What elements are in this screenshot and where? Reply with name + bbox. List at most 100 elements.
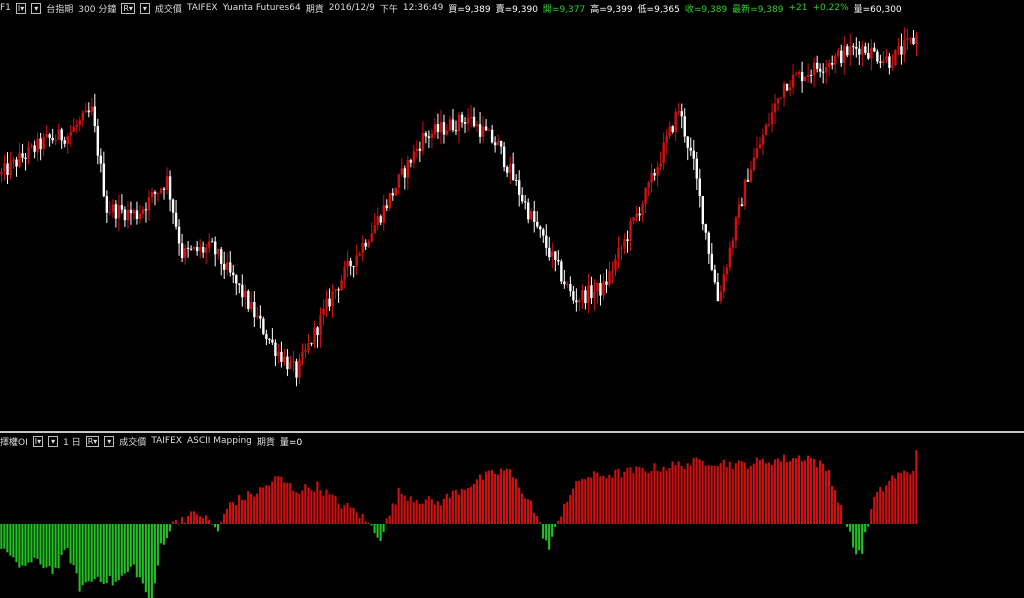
candle-body <box>229 262 232 273</box>
candle-body <box>511 163 515 180</box>
oi-histogram-chart[interactable] <box>0 450 1024 598</box>
candle-body <box>852 46 855 48</box>
menu-button[interactable]: I▾ <box>15 2 27 14</box>
dropdown-button[interactable]: ▾ <box>31 2 42 14</box>
candle <box>722 265 726 299</box>
candle-body <box>138 213 142 219</box>
candle <box>743 178 747 210</box>
candle-body <box>379 216 382 223</box>
candle-body <box>361 242 364 254</box>
candle-body <box>235 275 238 284</box>
histogram-bar <box>587 476 590 524</box>
candle-body <box>156 192 160 194</box>
candle <box>755 136 759 160</box>
candle-body <box>578 299 581 303</box>
histogram-bar <box>238 494 241 524</box>
candle-body <box>554 251 557 260</box>
r-button[interactable]: R ▾ <box>121 2 135 14</box>
candle <box>424 131 428 144</box>
candle-body <box>876 51 879 62</box>
histogram-bar <box>629 467 632 524</box>
candle-body <box>451 119 455 131</box>
candle <box>45 125 48 139</box>
candle <box>319 307 322 348</box>
candle <box>66 133 69 155</box>
histogram-bar <box>460 488 463 524</box>
candle-body <box>623 239 626 248</box>
histogram-bar <box>623 471 626 524</box>
candle <box>852 43 855 56</box>
candle-body <box>343 266 346 281</box>
candle-body <box>274 342 277 357</box>
sub-dropdown-button[interactable]: ▾ <box>48 435 59 447</box>
candle <box>794 71 798 76</box>
candle-body <box>198 247 202 252</box>
histogram-bar <box>545 524 548 541</box>
candle-body <box>210 241 214 243</box>
candle <box>527 198 530 224</box>
sub-interval-label[interactable]: 1 日 <box>63 435 81 448</box>
candle-body <box>704 224 708 233</box>
candle-body <box>734 217 738 241</box>
histogram-bar <box>680 465 683 524</box>
candle <box>484 119 488 131</box>
candle-body <box>596 282 599 292</box>
ask-label: 賣=9,390 <box>495 4 538 15</box>
candle <box>728 241 732 272</box>
candle-body <box>99 155 103 164</box>
histogram-bar <box>457 494 460 524</box>
price-type-dropdown[interactable]: ▾ <box>139 2 150 14</box>
histogram-bar <box>81 524 84 586</box>
candle <box>448 116 452 132</box>
candle-body <box>168 176 172 200</box>
histogram-bar <box>120 524 123 576</box>
market-label: 期貨 <box>305 4 324 15</box>
sub-price-type-dropdown[interactable]: ▾ <box>104 435 115 447</box>
candle-body <box>864 46 867 53</box>
candle-body <box>635 213 638 218</box>
histogram-bar <box>701 460 704 524</box>
candle-body <box>803 76 807 82</box>
candle <box>662 132 665 171</box>
candle <box>126 201 130 229</box>
histogram-bar <box>189 511 193 524</box>
candle <box>707 231 711 265</box>
candle <box>159 187 163 195</box>
histogram-bar <box>563 503 566 524</box>
candle-body <box>653 173 656 176</box>
candle-body <box>388 193 391 209</box>
candle <box>277 343 280 364</box>
histogram-bar <box>223 513 226 524</box>
candle-body <box>135 210 139 219</box>
candle-body <box>93 106 97 127</box>
candle <box>638 206 641 221</box>
candle <box>33 140 36 159</box>
sub-price-type-label: 成交價 <box>119 437 147 448</box>
candle-body <box>885 56 888 61</box>
histogram-bar <box>150 524 153 598</box>
candle <box>897 37 900 55</box>
candle-body <box>162 188 166 190</box>
candle-body <box>21 153 24 158</box>
histogram-bar <box>909 474 912 524</box>
candle <box>421 121 425 156</box>
candle <box>521 187 524 204</box>
histogram-bar <box>201 518 205 524</box>
candle-body <box>740 204 744 207</box>
candle-body <box>752 157 756 170</box>
histogram-bar <box>527 499 530 524</box>
candle-body <box>828 63 831 67</box>
sub-menu-button[interactable]: I▾ <box>32 435 44 447</box>
candle <box>394 187 397 197</box>
candle <box>283 348 286 367</box>
sub-r-button[interactable]: R ▾ <box>85 435 100 447</box>
candlestick-chart[interactable] <box>0 18 1024 430</box>
interval-label[interactable]: 300 分鐘 <box>78 2 116 15</box>
candle-body <box>584 290 587 304</box>
histogram-bar <box>879 486 882 524</box>
candle <box>201 241 205 259</box>
histogram-bar <box>852 524 855 548</box>
histogram-bar <box>373 524 376 534</box>
candle-body <box>114 204 118 219</box>
candle <box>3 154 6 181</box>
